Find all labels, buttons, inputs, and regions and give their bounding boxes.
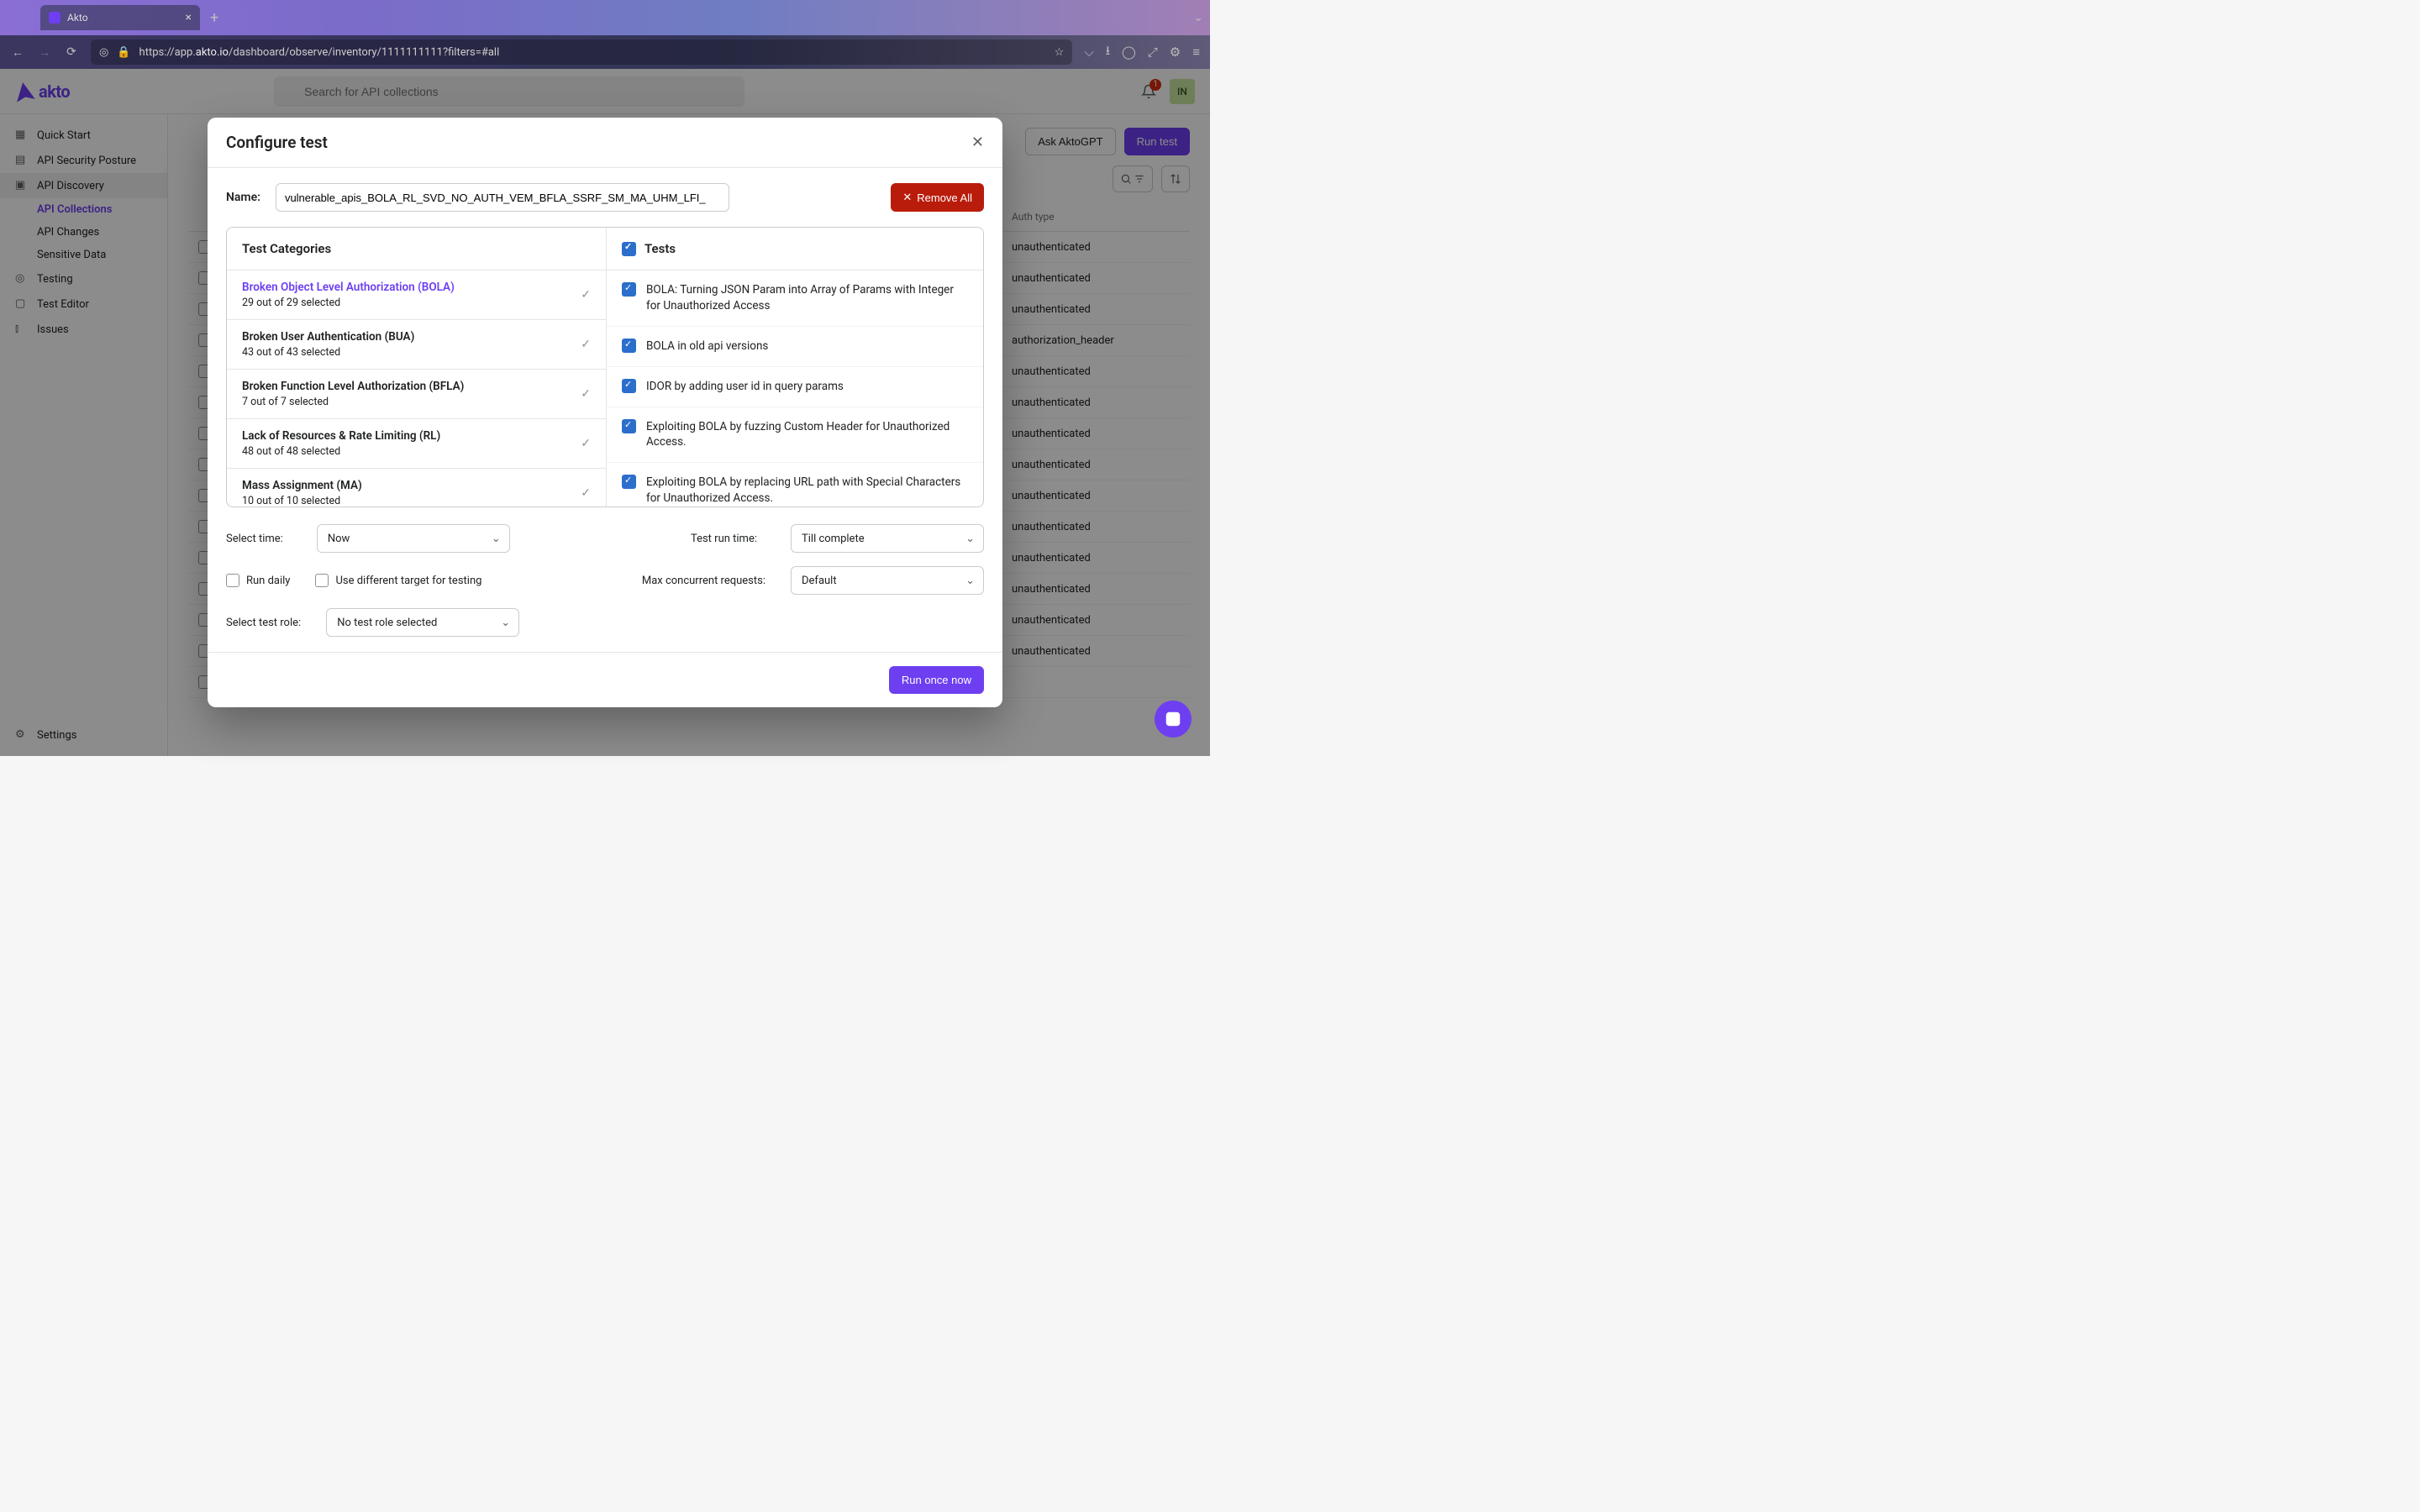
chevron-down-icon: ⌄ — [965, 575, 975, 587]
category-item[interactable]: Lack of Resources & Rate Limiting (RL)48… — [227, 419, 606, 469]
check-icon: ✓ — [581, 288, 591, 302]
shield-icon: ◎ — [99, 46, 108, 59]
test-item[interactable]: Exploiting BOLA by fuzzing Custom Header… — [607, 407, 983, 464]
run-daily-checkbox[interactable]: Run daily — [226, 574, 290, 587]
category-item[interactable]: Mass Assignment (MA)10 out of 10 selecte… — [227, 469, 606, 507]
chevron-down-icon: ⌄ — [965, 533, 975, 545]
remove-all-button[interactable]: ✕ Remove All — [891, 183, 984, 212]
test-role-dropdown[interactable]: No test role selected⌄ — [326, 608, 519, 637]
x-icon: ✕ — [902, 191, 912, 204]
close-tab-icon[interactable]: × — [186, 11, 192, 24]
check-icon: ✓ — [581, 338, 591, 351]
run-time-label: Test run time: — [691, 533, 757, 545]
favicon-icon — [49, 12, 60, 24]
puzzle-icon[interactable]: ⚙ — [1170, 45, 1181, 60]
extension-icon[interactable]: ⤢ — [1148, 45, 1158, 60]
url-bar[interactable]: ◎ 🔒 https://app.akto.io/dashboard/observ… — [91, 39, 1072, 65]
category-item[interactable]: Broken User Authentication (BUA)43 out o… — [227, 320, 606, 370]
new-tab-button[interactable]: + — [203, 9, 225, 27]
diff-target-checkbox[interactable]: Use different target for testing — [315, 574, 481, 587]
test-label: BOLA: Turning JSON Param into Array of P… — [646, 282, 968, 314]
reload-icon[interactable]: ⟳ — [64, 45, 79, 60]
test-item[interactable]: Exploiting BOLA by replacing URL path wi… — [607, 463, 983, 507]
name-label: Name: — [226, 191, 260, 204]
check-icon: ✓ — [581, 437, 591, 450]
select-time-dropdown[interactable]: Now⌄ — [317, 524, 510, 553]
test-role-label: Select test role: — [226, 617, 301, 629]
max-concurrent-dropdown[interactable]: Default⌄ — [791, 566, 984, 595]
test-checkbox[interactable] — [622, 475, 636, 489]
run-once-button[interactable]: Run once now — [889, 666, 984, 694]
pocket-icon[interactable]: ⌵ — [1084, 45, 1093, 60]
category-item[interactable]: Broken Object Level Authorization (BOLA)… — [227, 270, 606, 320]
test-label: IDOR by adding user id in query params — [646, 379, 844, 395]
tests-header: Tests — [607, 228, 983, 270]
forward-icon[interactable]: → — [37, 45, 52, 60]
modal-overlay: Configure test ✕ Name: ✕ Remove All Test… — [0, 69, 1210, 756]
select-time-label: Select time: — [226, 533, 283, 545]
test-item[interactable]: BOLA: Turning JSON Param into Array of P… — [607, 270, 983, 327]
close-modal-icon[interactable]: ✕ — [971, 134, 984, 151]
chevron-down-icon: ⌄ — [501, 617, 510, 629]
browser-tab-bar: Akto × + ⌄ — [0, 0, 1210, 35]
chevron-down-icon[interactable]: ⌄ — [1193, 11, 1203, 24]
account-icon[interactable]: ◯ — [1122, 45, 1136, 60]
modal-title: Configure test — [226, 133, 328, 152]
test-name-input[interactable] — [276, 183, 729, 212]
max-concurrent-label: Max concurrent requests: — [642, 575, 765, 587]
star-icon[interactable]: ☆ — [1055, 46, 1065, 59]
url-text: https://app.akto.io/dashboard/observe/in… — [139, 46, 500, 59]
intercom-fab[interactable] — [1155, 701, 1192, 738]
test-checkbox[interactable] — [622, 379, 636, 393]
menu-icon[interactable]: ≡ — [1192, 45, 1200, 60]
test-label: BOLA in old api versions — [646, 339, 768, 354]
chevron-down-icon: ⌄ — [492, 533, 501, 545]
test-checkbox[interactable] — [622, 339, 636, 353]
browser-toolbar: ← → ⟳ ◎ 🔒 https://app.akto.io/dashboard/… — [0, 35, 1210, 69]
category-item[interactable]: Broken Function Level Authorization (BFL… — [227, 370, 606, 419]
configure-test-modal: Configure test ✕ Name: ✕ Remove All Test… — [208, 118, 1002, 707]
test-checkbox[interactable] — [622, 282, 636, 297]
categories-header: Test Categories — [227, 228, 606, 270]
test-item[interactable]: BOLA in old api versions — [607, 327, 983, 367]
check-icon: ✓ — [581, 387, 591, 401]
check-icon: ✓ — [581, 486, 591, 500]
browser-tab[interactable]: Akto × — [40, 5, 200, 30]
tab-title: Akto — [67, 12, 88, 24]
test-label: Exploiting BOLA by fuzzing Custom Header… — [646, 419, 968, 451]
select-all-tests-checkbox[interactable] — [622, 242, 636, 256]
run-time-dropdown[interactable]: Till complete⌄ — [791, 524, 984, 553]
download-icon[interactable]: ⭳ — [1106, 42, 1110, 63]
test-checkbox[interactable] — [622, 419, 636, 433]
test-item[interactable]: IDOR by adding user id in query params — [607, 367, 983, 407]
test-label: Exploiting BOLA by replacing URL path wi… — [646, 475, 968, 507]
lock-icon: 🔒 — [117, 46, 130, 59]
back-icon[interactable]: ← — [10, 45, 25, 60]
